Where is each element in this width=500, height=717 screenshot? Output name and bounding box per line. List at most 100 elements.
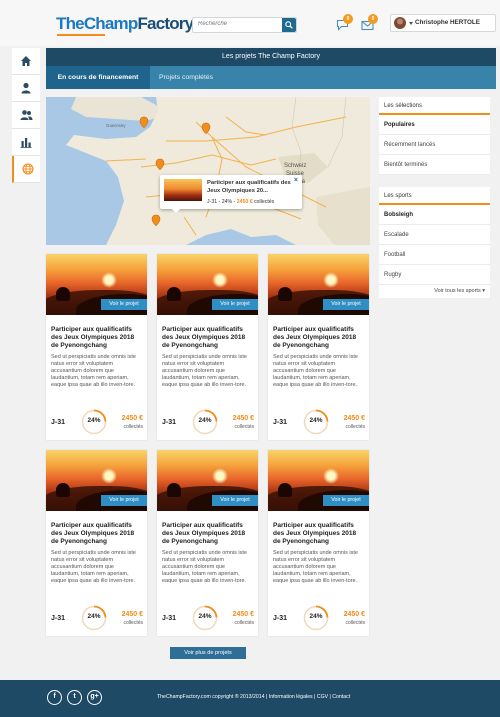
close-icon[interactable]: ×	[294, 177, 298, 184]
selection-item[interactable]: Populaires	[379, 115, 490, 135]
messages-button[interactable]: 0	[336, 14, 353, 31]
search-input[interactable]	[198, 21, 276, 27]
project-title[interactable]: Participer aux qualificatifs des Jeux Ol…	[51, 522, 143, 546]
search-box	[192, 17, 297, 33]
amount-collected: 2450 €	[343, 611, 365, 618]
project-image: Voir le projet	[157, 450, 258, 511]
username: Christophe HERTOLE	[415, 19, 480, 26]
footer-links: TheChampFactory.com copyright ® 2013/201…	[157, 694, 351, 700]
popup-title: Participer aux qualificatifs des Jeux Ol…	[207, 180, 291, 194]
progress-percent: 24%	[198, 417, 212, 424]
days-left: J-31	[162, 615, 177, 622]
project-card[interactable]: Voir le projet Participer aux qualificati…	[157, 254, 258, 440]
header: TheChampFactory 0 0 Christophe HERTOLE	[0, 0, 500, 46]
view-project-button[interactable]: Voir le projet	[101, 299, 147, 310]
see-all-sports-link[interactable]: Voir tous les sports ▾	[379, 285, 490, 298]
project-card[interactable]: Voir le projet Participer aux qualificati…	[46, 450, 147, 636]
progress-ring: 24%	[303, 409, 329, 435]
sport-item[interactable]: Bobsleigh	[379, 205, 490, 225]
collected-label: collectés	[345, 620, 365, 626]
chevron-down-icon	[409, 22, 413, 25]
user-menu[interactable]: Christophe HERTOLE	[390, 14, 496, 32]
view-project-button[interactable]: Voir le projet	[323, 495, 369, 506]
collected-label: collectés	[123, 620, 143, 626]
project-image: Voir le projet	[46, 254, 147, 315]
progress-ring: 24%	[81, 409, 107, 435]
project-image: Voir le projet	[268, 254, 369, 315]
popup-tail	[172, 209, 180, 213]
progress-percent: 24%	[198, 613, 212, 620]
project-title[interactable]: Participer aux qualificatifs des Jeux Ol…	[273, 522, 365, 546]
project-card[interactable]: Voir le projet Participer aux qualificati…	[268, 450, 369, 636]
view-project-button[interactable]: Voir le projet	[212, 299, 258, 310]
page-title: Les projets The Champ Factory	[46, 48, 496, 66]
project-image: Voir le projet	[46, 450, 147, 511]
selection-item[interactable]: Récemment lancés	[379, 135, 490, 155]
nav-globe[interactable]	[12, 156, 40, 183]
project-card[interactable]: Voir le projet Participer aux qualificati…	[268, 254, 369, 440]
map-popup[interactable]: Participer aux qualificatifs des Jeux Ol…	[160, 175, 302, 213]
collected-label: collectés	[123, 424, 143, 430]
progress-ring: 24%	[303, 605, 329, 631]
tab-bar: En cours de financement Projets complété…	[46, 66, 496, 89]
project-description: Sed ut perspiciatis unde omnis iste natu…	[51, 550, 136, 584]
project-card[interactable]: Voir le projet Participer aux qualificati…	[46, 254, 147, 440]
messages-badge: 0	[343, 14, 353, 24]
left-nav	[12, 48, 40, 183]
twitter-icon[interactable]: t	[67, 690, 82, 705]
days-left: J-31	[273, 615, 288, 622]
project-title[interactable]: Participer aux qualificatifs des Jeux Ol…	[162, 326, 254, 350]
facebook-icon[interactable]: f	[47, 690, 62, 705]
progress-percent: 24%	[87, 613, 101, 620]
sport-item[interactable]: Rugby	[379, 265, 490, 285]
search-button[interactable]	[282, 18, 296, 32]
collected-label: collectés	[345, 424, 365, 430]
project-image: Voir le projet	[157, 254, 258, 315]
amount-collected: 2450 €	[121, 415, 143, 422]
sports-title: Les sports	[379, 187, 490, 205]
notifications-button[interactable]: 0	[361, 14, 378, 31]
load-more-button[interactable]: Voir plus de projets	[170, 647, 246, 659]
selection-item[interactable]: Bientôt terminés	[379, 155, 490, 175]
selections-title: Les sélections	[379, 97, 490, 115]
progress-percent: 24%	[87, 417, 101, 424]
progress-percent: 24%	[309, 417, 323, 424]
project-description: Sed ut perspiciatis unde omnis iste natu…	[51, 354, 136, 388]
googleplus-icon[interactable]: g+	[87, 690, 102, 705]
community-icon	[20, 110, 33, 120]
footer: f t g+ TheChampFactory.com copyright ® 2…	[0, 680, 500, 717]
view-project-button[interactable]: Voir le projet	[101, 495, 147, 506]
project-description: Sed ut perspiciatis unde omnis iste natu…	[273, 354, 358, 388]
nav-profile[interactable]	[12, 75, 40, 102]
profile-icon	[21, 82, 31, 94]
progress-ring: 24%	[192, 409, 218, 435]
project-card[interactable]: Voir le projet Participer aux qualificati…	[157, 450, 258, 636]
tab-completed[interactable]: Projets complétés	[159, 66, 213, 89]
sport-item[interactable]: Football	[379, 245, 490, 265]
view-project-button[interactable]: Voir le projet	[212, 495, 258, 506]
tab-funding[interactable]: En cours de financement	[46, 66, 150, 89]
progress-ring: 24%	[192, 605, 218, 631]
project-title[interactable]: Participer aux qualificatifs des Jeux Ol…	[51, 326, 143, 350]
notifications-badge: 0	[368, 14, 378, 24]
svg-text:Guernsey: Guernsey	[106, 123, 126, 128]
amount-collected: 2450 €	[121, 611, 143, 618]
popup-thumbnail	[164, 179, 202, 201]
view-project-button[interactable]: Voir le projet	[323, 299, 369, 310]
search-icon	[285, 21, 293, 29]
svg-text:Schweiz: Schweiz	[284, 163, 306, 169]
collected-label: collectés	[234, 620, 254, 626]
nav-community[interactable]	[12, 102, 40, 129]
sport-item[interactable]: Escalade	[379, 225, 490, 245]
nav-home[interactable]	[12, 48, 40, 75]
nav-stats[interactable]	[12, 129, 40, 156]
map-background: Schweiz Suisse Svizzera Guernsey	[46, 97, 370, 245]
collected-label: collectés	[234, 424, 254, 430]
progress-ring: 24%	[81, 605, 107, 631]
project-title[interactable]: Participer aux qualificatifs des Jeux Ol…	[273, 326, 365, 350]
progress-percent: 24%	[309, 613, 323, 620]
logo[interactable]: TheChampFactory	[56, 14, 194, 34]
projects-map[interactable]: Schweiz Suisse Svizzera Guernsey Partici…	[46, 97, 370, 245]
stats-icon	[20, 138, 32, 148]
project-title[interactable]: Participer aux qualificatifs des Jeux Ol…	[162, 522, 254, 546]
